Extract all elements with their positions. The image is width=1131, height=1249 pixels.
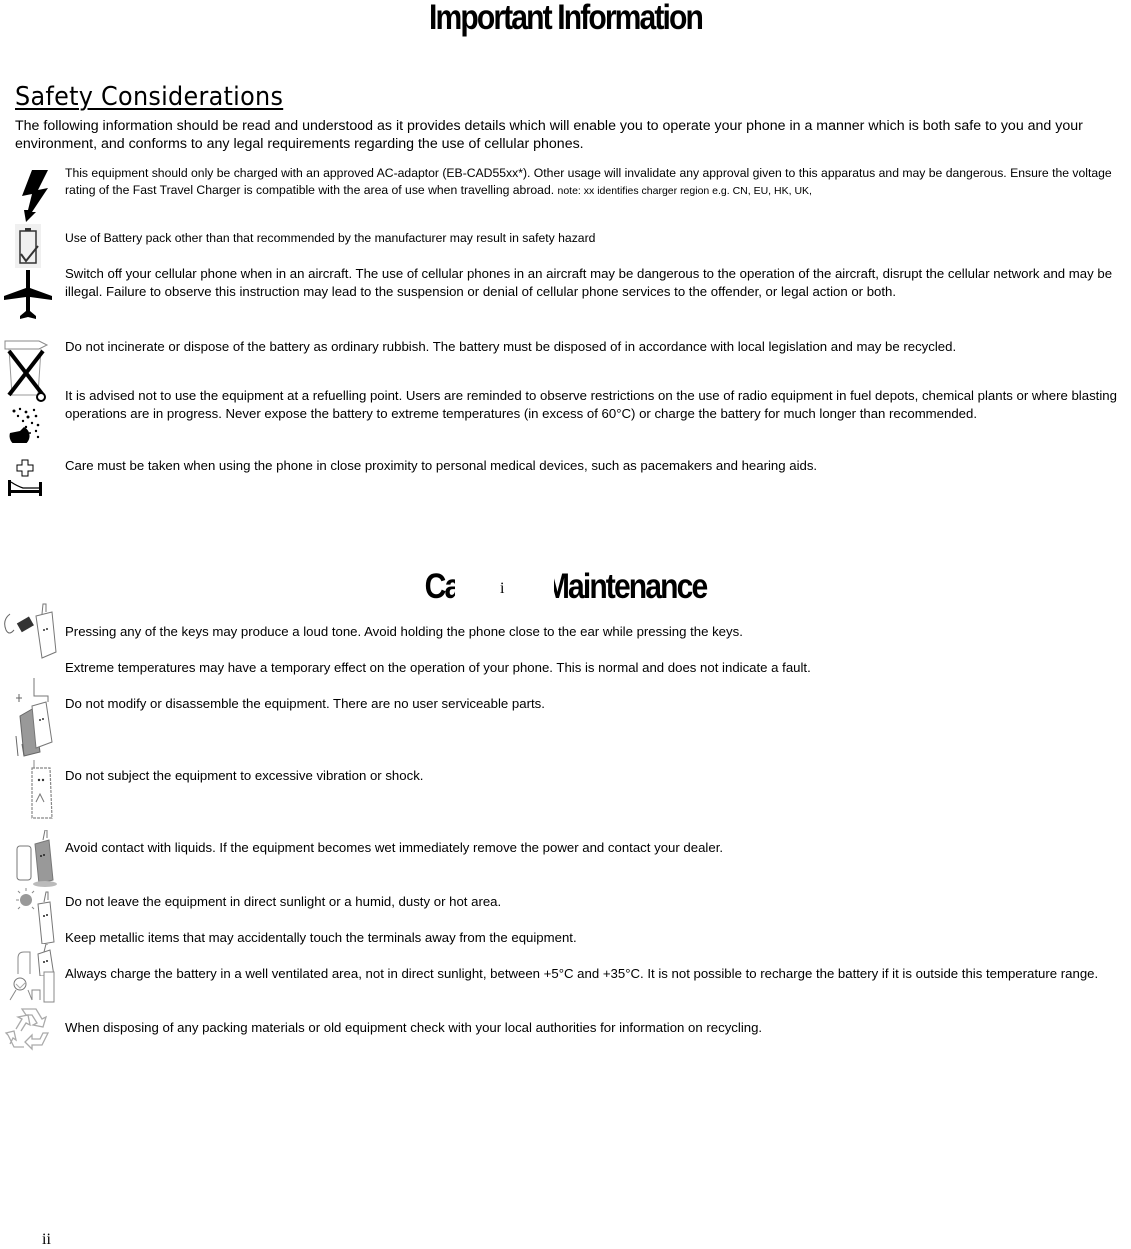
airplane-icon bbox=[4, 270, 52, 319]
page-number: ii bbox=[42, 1231, 51, 1248]
care-item-recycling: When disposing of any packing materials … bbox=[65, 1020, 763, 1035]
battery-check-icon bbox=[15, 224, 41, 268]
care-item-sunlight: Do not leave the equipment in direct sun… bbox=[65, 894, 502, 909]
care-item-vibration: Do not subject the equipment to excessiv… bbox=[65, 768, 424, 783]
safety-heading: Safety Considerations bbox=[15, 82, 284, 112]
safety-item-refuelling: It is advised not to use the equipment a… bbox=[65, 388, 1117, 421]
crossed-bin-icon bbox=[4, 340, 49, 402]
explosion-icon bbox=[9, 407, 40, 443]
care-item-loud-tone: Pressing any of the keys may produce a l… bbox=[65, 624, 743, 639]
hospital-bed-icon bbox=[8, 459, 42, 496]
charging-phone-icon bbox=[9, 971, 55, 1003]
care-item-charging: Always charge the battery in a well vent… bbox=[65, 966, 1099, 981]
safety-item-aircraft: Switch off your cellular phone when in a… bbox=[65, 266, 1113, 299]
disassemble-phone-icon bbox=[15, 678, 53, 757]
safety-item-disposal: Do not incinerate or dispose of the batt… bbox=[65, 339, 957, 354]
care-item-disassemble: Do not modify or disassemble the equipme… bbox=[65, 696, 545, 711]
charger-region-note: note: xx identifies charger region e.g. … bbox=[557, 184, 812, 197]
care-item-temperature: Extreme temperatures may have a temporar… bbox=[65, 660, 811, 675]
safety-intro: The following information should be read… bbox=[15, 118, 1083, 152]
shaking-phone-icon bbox=[31, 760, 53, 819]
page-title: Important Information bbox=[429, 0, 704, 37]
care-item-metallic: Keep metallic items that may accidentall… bbox=[65, 930, 577, 945]
care-heading: Care and Maintenance bbox=[79, 567, 1052, 607]
safety-item-medical: Care must be taken when using the phone … bbox=[65, 458, 818, 473]
care-item-liquids: Avoid contact with liquids. If the equip… bbox=[65, 840, 724, 855]
safety-item-charger: This equipment should only be charged wi… bbox=[65, 165, 1125, 199]
heading-cover-box bbox=[455, 568, 554, 612]
phone-ear-icon bbox=[4, 603, 57, 659]
overlay-page-mark: i bbox=[500, 580, 505, 597]
safety-item-battery: Use of Battery pack other than that reco… bbox=[65, 231, 596, 245]
recycle-icon bbox=[4, 1008, 50, 1051]
lightning-icon bbox=[22, 170, 48, 222]
sun-phone-icon bbox=[16, 888, 55, 944]
wet-phone-icon bbox=[16, 830, 57, 887]
